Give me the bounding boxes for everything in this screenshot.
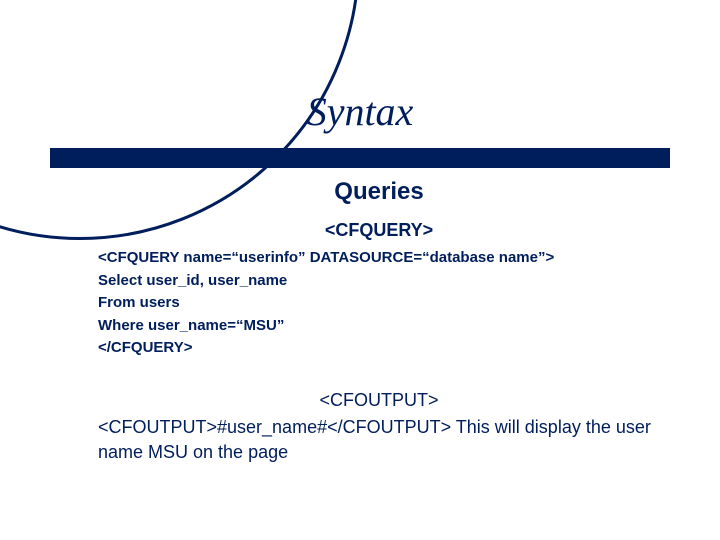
title-underline-bar bbox=[50, 148, 670, 168]
spacer bbox=[98, 360, 660, 390]
slide: Syntax Queries <CFQUERY> <CFQUERY name=“… bbox=[0, 0, 720, 540]
slide-title: Syntax bbox=[0, 88, 720, 135]
cfquery-heading: <CFQUERY> bbox=[98, 220, 660, 241]
code-line: <CFQUERY name=“userinfo” DATASOURCE=“dat… bbox=[98, 247, 660, 270]
queries-heading: Queries bbox=[98, 178, 660, 206]
code-line: </CFQUERY> bbox=[98, 337, 660, 360]
code-line: From users bbox=[98, 292, 660, 315]
cfoutput-heading: <CFOUTPUT> bbox=[98, 390, 660, 411]
cfoutput-block: <CFOUTPUT>#user_name#</CFOUTPUT> This wi… bbox=[98, 415, 660, 465]
code-line: Select user_id, user_name bbox=[98, 270, 660, 293]
output-line: <CFOUTPUT>#user_name#</CFOUTPUT> bbox=[98, 417, 451, 437]
slide-content: Queries <CFQUERY> <CFQUERY name=“userinf… bbox=[98, 178, 660, 465]
code-line: Where user_name=“MSU” bbox=[98, 315, 660, 338]
cfquery-code-block: <CFQUERY name=“userinfo” DATASOURCE=“dat… bbox=[98, 247, 660, 360]
